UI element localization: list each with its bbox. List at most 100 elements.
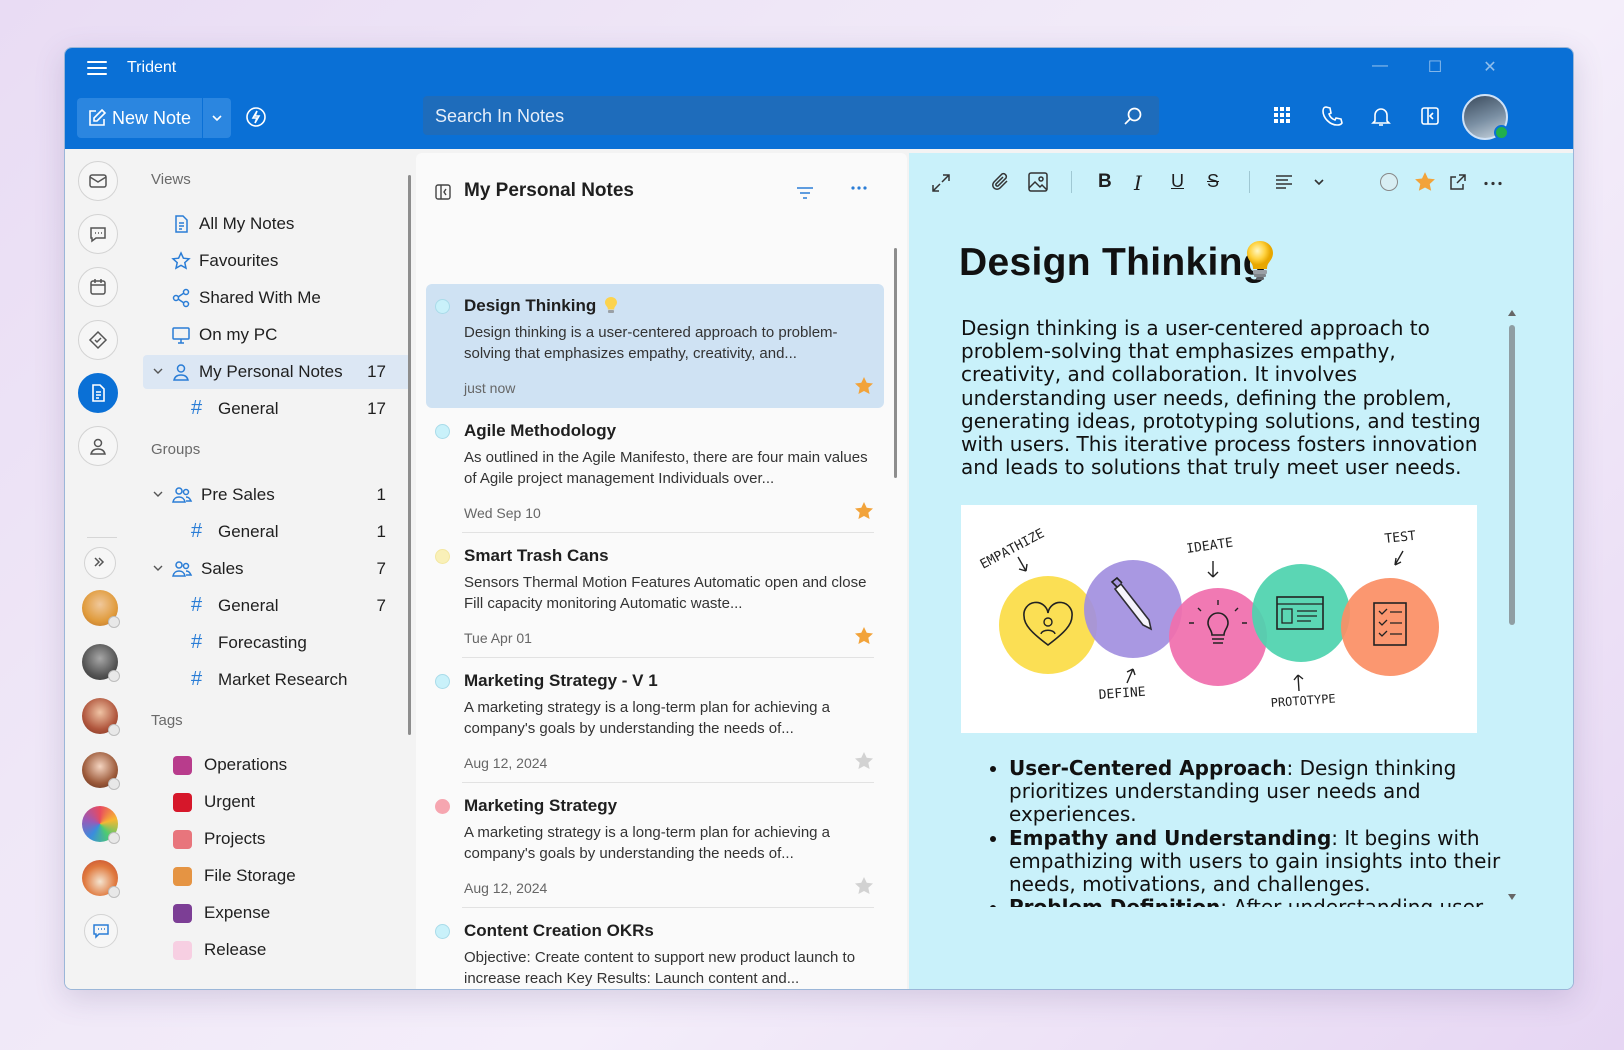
bold-button[interactable]: B (1098, 171, 1112, 193)
nav-tag-expense[interactable]: Expense (143, 896, 411, 930)
nav-shared-with-me[interactable]: Shared With Me (143, 281, 411, 315)
nav-group-pre-sales[interactable]: Pre Sales 1 (143, 478, 411, 512)
note-date: just now (464, 380, 516, 396)
note-color-button[interactable] (1380, 173, 1398, 191)
lightbulb-icon (605, 297, 617, 313)
rail-calendar-button[interactable] (78, 267, 118, 307)
rail-chat-button[interactable] (78, 214, 118, 254)
note-color-dot[interactable] (435, 674, 450, 689)
nav-tag-projects[interactable]: Projects (143, 822, 411, 856)
star-icon[interactable] (854, 626, 874, 646)
share-icon (172, 288, 190, 308)
rail-contacts-button[interactable] (78, 426, 118, 466)
italic-button[interactable]: I (1134, 171, 1142, 195)
search-icon[interactable] (1123, 106, 1143, 126)
note-card[interactable]: Design Thinking Design thinking is a user… (426, 284, 884, 408)
chevron-down-icon[interactable] (153, 489, 163, 499)
scroll-up-icon[interactable] (1507, 309, 1517, 317)
nav-tag-release[interactable]: Release (143, 933, 411, 967)
user-avatar[interactable] (1462, 94, 1509, 140)
nav-all-my-notes[interactable]: All My Notes (143, 207, 411, 241)
note-date: Tue Apr 01 (464, 630, 532, 646)
phone-icon[interactable] (1321, 105, 1343, 127)
rail-mail-button[interactable] (78, 161, 118, 201)
underline-button[interactable]: U (1171, 171, 1184, 192)
contact-avatar-6[interactable] (82, 860, 120, 898)
nav-my-personal-notes[interactable]: My Personal Notes 17 (143, 355, 411, 389)
nav-favourites[interactable]: Favourites (143, 244, 411, 278)
note-color-dot[interactable] (435, 299, 450, 314)
nav-tag-file-storage[interactable]: File Storage (143, 859, 411, 893)
search-input[interactable] (423, 96, 1117, 137)
note-color-dot[interactable] (435, 549, 450, 564)
maximize-button[interactable]: ☐ (1423, 57, 1447, 79)
note-body[interactable]: Design thinking is a user-centered appro… (961, 316, 1501, 479)
filter-icon[interactable] (796, 186, 814, 200)
lightning-icon[interactable] (245, 106, 267, 128)
chevron-down-icon[interactable] (153, 563, 163, 573)
new-note-dropdown[interactable] (203, 98, 231, 138)
close-button[interactable]: ✕ (1478, 57, 1502, 79)
note-card[interactable]: Smart Trash Cans Sensors Thermal Motion F… (426, 534, 884, 658)
note-card[interactable]: Marketing Strategy - V 1 A marketing stra… (426, 659, 884, 783)
star-icon[interactable] (854, 376, 874, 396)
collapse-pane-icon[interactable] (434, 183, 452, 201)
nav-pre-sales-general[interactable]: # General 1 (143, 515, 411, 549)
note-bullet-list[interactable]: User-Centered Approach: Design thinking … (961, 757, 1501, 907)
tasks-icon (88, 330, 108, 350)
star-icon[interactable] (854, 501, 874, 521)
note-title[interactable]: Design Thinking (959, 241, 1267, 285)
nav-sales-market-research[interactable]: # Market Research (143, 663, 411, 697)
nav-on-my-pc[interactable]: On my PC (143, 318, 411, 352)
note-list-scrollbar[interactable] (894, 248, 897, 478)
contact-avatar-1[interactable] (82, 590, 120, 628)
note-card[interactable]: Agile Methodology As outlined in the Agil… (426, 409, 884, 533)
note-color-dot[interactable] (435, 424, 450, 439)
contact-avatar-2[interactable] (82, 644, 120, 682)
star-icon[interactable] (854, 876, 874, 896)
note-color-dot[interactable] (435, 924, 450, 939)
nav-tag-urgent[interactable]: Urgent (143, 785, 411, 819)
align-left-icon[interactable] (1275, 174, 1293, 190)
contact-avatar-3[interactable] (82, 698, 120, 736)
note-card[interactable]: Marketing Strategy A marketing strategy i… (426, 784, 884, 908)
chevron-down-icon[interactable] (153, 366, 163, 376)
bell-icon[interactable] (1370, 105, 1392, 127)
nav-sales-general[interactable]: # General 7 (143, 589, 411, 623)
rail-tasks-button[interactable] (78, 320, 118, 360)
open-external-icon[interactable] (1449, 173, 1467, 191)
rail-notes-button[interactable] (78, 373, 118, 413)
more-options-icon[interactable] (850, 185, 868, 191)
nav-tag-operations[interactable]: Operations (143, 748, 411, 782)
apps-grid-icon[interactable] (1272, 105, 1292, 125)
note-color-dot[interactable] (435, 799, 450, 814)
nav-group-sales[interactable]: Sales 7 (143, 552, 411, 586)
attachment-icon[interactable] (991, 171, 1011, 193)
search-bar[interactable] (423, 96, 1159, 137)
test-label: TEST (1384, 529, 1417, 547)
nav-sales-forecasting[interactable]: # Forecasting (143, 626, 411, 660)
panel-icon[interactable] (1419, 105, 1441, 127)
menu-icon[interactable] (87, 61, 107, 77)
editor-scroll-thumb[interactable] (1509, 325, 1515, 625)
favourite-star-icon[interactable] (1414, 171, 1436, 193)
group-icon (172, 487, 193, 503)
expand-icon[interactable] (931, 173, 951, 193)
rail-expand-button[interactable] (84, 547, 116, 579)
star-icon[interactable] (854, 751, 874, 771)
note-card[interactable]: Content Creation OKRs Objective: Create c… (426, 909, 884, 989)
nav-scrollbar[interactable] (408, 175, 411, 735)
strikethrough-button[interactable]: S (1207, 171, 1219, 192)
chevron-down-icon[interactable] (1313, 177, 1325, 187)
minimize-button[interactable]: — (1368, 57, 1392, 79)
contact-avatar-5[interactable] (82, 806, 120, 844)
new-note-button[interactable]: New Note (77, 98, 202, 138)
contact-avatar-4[interactable] (82, 752, 120, 790)
insert-image-icon[interactable] (1027, 171, 1049, 193)
design-thinking-illustration[interactable]: EMPATHIZE IDEATE TEST DEFINE PROTOTYPE (961, 505, 1477, 733)
rail-feedback-button[interactable] (84, 914, 118, 948)
more-options-icon[interactable] (1483, 181, 1503, 186)
note-title: Content Creation OKRs (464, 921, 654, 940)
nav-personal-general[interactable]: # General 17 (143, 392, 411, 426)
scroll-down-icon[interactable] (1507, 893, 1517, 901)
